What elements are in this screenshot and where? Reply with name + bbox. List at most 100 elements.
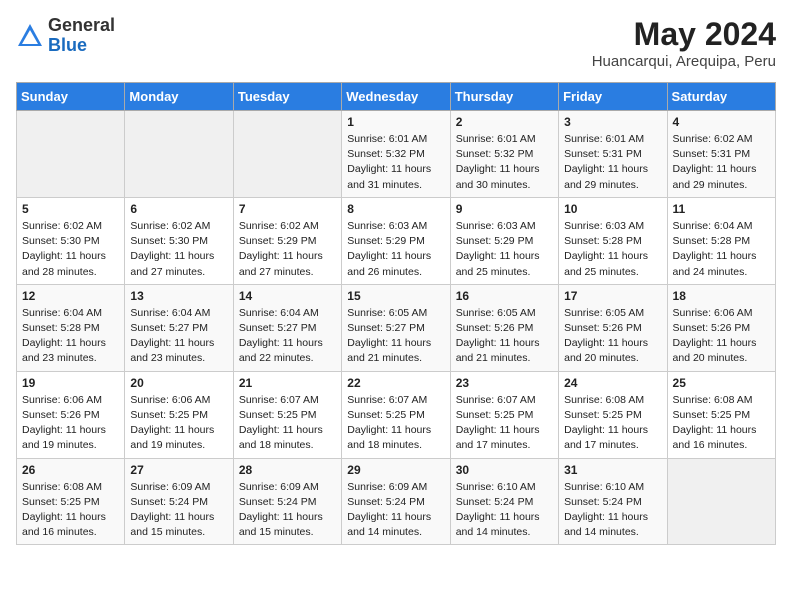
- day-number: 3: [564, 115, 661, 129]
- calendar-cell: 13 Sunrise: 6:04 AM Sunset: 5:27 PM Dayli…: [125, 284, 233, 371]
- page-header: General Blue May 2024 Huancarqui, Arequi…: [16, 16, 776, 70]
- day-number: 29: [347, 463, 444, 477]
- calendar-cell: 31 Sunrise: 6:10 AM Sunset: 5:24 PM Dayli…: [559, 458, 667, 545]
- header-row: SundayMondayTuesdayWednesdayThursdayFrid…: [17, 83, 776, 111]
- location-label: Huancarqui, Arequipa, Peru: [592, 53, 776, 70]
- calendar-cell: 18 Sunrise: 6:06 AM Sunset: 5:26 PM Dayli…: [667, 284, 775, 371]
- day-number: 4: [673, 115, 770, 129]
- day-info: Sunrise: 6:07 AM Sunset: 5:25 PM Dayligh…: [347, 393, 444, 454]
- calendar-cell: 19Sunrise: 6:06 AM Sunset: 5:26 PM Dayli…: [17, 371, 125, 458]
- day-number: 27: [130, 463, 227, 477]
- day-info: Sunrise: 6:01 AM Sunset: 5:32 PM Dayligh…: [456, 132, 553, 193]
- calendar-cell: 15Sunrise: 6:05 AM Sunset: 5:27 PM Dayli…: [342, 284, 450, 371]
- day-info: Sunrise: 6:10 AM Sunset: 5:24 PM Dayligh…: [564, 480, 661, 541]
- calendar-cell: 5 Sunrise: 6:02 AM Sunset: 5:30 PM Daylig…: [17, 197, 125, 284]
- day-number: 10: [564, 202, 661, 216]
- calendar-cell: [667, 458, 775, 545]
- logo-text: General Blue: [48, 16, 115, 56]
- day-info: Sunrise: 6:08 AM Sunset: 5:25 PM Dayligh…: [673, 393, 770, 454]
- header-day: Sunday: [17, 83, 125, 111]
- calendar-cell: 21Sunrise: 6:07 AM Sunset: 5:25 PM Dayli…: [233, 371, 341, 458]
- day-number: 30: [456, 463, 553, 477]
- calendar-cell: 20Sunrise: 6:06 AM Sunset: 5:25 PM Dayli…: [125, 371, 233, 458]
- day-number: 18: [673, 289, 770, 303]
- day-info: Sunrise: 6:04 AM Sunset: 5:27 PM Dayligh…: [239, 306, 336, 367]
- day-number: 11: [673, 202, 770, 216]
- day-number: 31: [564, 463, 661, 477]
- day-number: 14: [239, 289, 336, 303]
- calendar-week-row: 1 Sunrise: 6:01 AM Sunset: 5:32 PM Daylig…: [17, 111, 776, 198]
- calendar-cell: 11 Sunrise: 6:04 AM Sunset: 5:28 PM Dayli…: [667, 197, 775, 284]
- calendar-header: SundayMondayTuesdayWednesdayThursdayFrid…: [17, 83, 776, 111]
- day-info: Sunrise: 6:08 AM Sunset: 5:25 PM Dayligh…: [22, 480, 119, 541]
- day-number: 5: [22, 202, 119, 216]
- header-day: Friday: [559, 83, 667, 111]
- calendar-cell: [17, 111, 125, 198]
- day-info: Sunrise: 6:08 AM Sunset: 5:25 PM Dayligh…: [564, 393, 661, 454]
- day-info: Sunrise: 6:10 AM Sunset: 5:24 PM Dayligh…: [456, 480, 553, 541]
- day-info: Sunrise: 6:09 AM Sunset: 5:24 PM Dayligh…: [130, 480, 227, 541]
- calendar-cell: 16Sunrise: 6:05 AM Sunset: 5:26 PM Dayli…: [450, 284, 558, 371]
- calendar-cell: 28 Sunrise: 6:09 AM Sunset: 5:24 PM Dayli…: [233, 458, 341, 545]
- day-info: Sunrise: 6:05 AM Sunset: 5:26 PM Dayligh…: [456, 306, 553, 367]
- day-info: Sunrise: 6:06 AM Sunset: 5:26 PM Dayligh…: [22, 393, 119, 454]
- calendar-cell: 24 Sunrise: 6:08 AM Sunset: 5:25 PM Dayli…: [559, 371, 667, 458]
- day-info: Sunrise: 6:02 AM Sunset: 5:30 PM Dayligh…: [22, 219, 119, 280]
- title-block: May 2024 Huancarqui, Arequipa, Peru: [592, 16, 776, 70]
- calendar-cell: 26 Sunrise: 6:08 AM Sunset: 5:25 PM Dayli…: [17, 458, 125, 545]
- day-info: Sunrise: 6:02 AM Sunset: 5:29 PM Dayligh…: [239, 219, 336, 280]
- logo-general: General: [48, 16, 115, 36]
- day-info: Sunrise: 6:03 AM Sunset: 5:29 PM Dayligh…: [456, 219, 553, 280]
- day-number: 20: [130, 376, 227, 390]
- day-number: 25: [673, 376, 770, 390]
- calendar-cell: 9 Sunrise: 6:03 AM Sunset: 5:29 PM Daylig…: [450, 197, 558, 284]
- day-number: 12: [22, 289, 119, 303]
- calendar-cell: 10 Sunrise: 6:03 AM Sunset: 5:28 PM Dayli…: [559, 197, 667, 284]
- day-number: 17: [564, 289, 661, 303]
- calendar-cell: 22 Sunrise: 6:07 AM Sunset: 5:25 PM Dayli…: [342, 371, 450, 458]
- day-number: 26: [22, 463, 119, 477]
- calendar-cell: 4 Sunrise: 6:02 AM Sunset: 5:31 PM Daylig…: [667, 111, 775, 198]
- day-number: 9: [456, 202, 553, 216]
- day-number: 24: [564, 376, 661, 390]
- day-info: Sunrise: 6:03 AM Sunset: 5:28 PM Dayligh…: [564, 219, 661, 280]
- calendar-cell: [233, 111, 341, 198]
- calendar-cell: 12 Sunrise: 6:04 AM Sunset: 5:28 PM Dayli…: [17, 284, 125, 371]
- calendar-week-row: 5 Sunrise: 6:02 AM Sunset: 5:30 PM Daylig…: [17, 197, 776, 284]
- day-number: 6: [130, 202, 227, 216]
- calendar-cell: 14 Sunrise: 6:04 AM Sunset: 5:27 PM Dayli…: [233, 284, 341, 371]
- day-info: Sunrise: 6:09 AM Sunset: 5:24 PM Dayligh…: [347, 480, 444, 541]
- calendar-week-row: 19Sunrise: 6:06 AM Sunset: 5:26 PM Dayli…: [17, 371, 776, 458]
- day-number: 1: [347, 115, 444, 129]
- day-info: Sunrise: 6:07 AM Sunset: 5:25 PM Dayligh…: [239, 393, 336, 454]
- calendar-cell: 7Sunrise: 6:02 AM Sunset: 5:29 PM Daylig…: [233, 197, 341, 284]
- day-info: Sunrise: 6:03 AM Sunset: 5:29 PM Dayligh…: [347, 219, 444, 280]
- day-info: Sunrise: 6:01 AM Sunset: 5:31 PM Dayligh…: [564, 132, 661, 193]
- day-info: Sunrise: 6:01 AM Sunset: 5:32 PM Dayligh…: [347, 132, 444, 193]
- day-number: 28: [239, 463, 336, 477]
- calendar-cell: 17 Sunrise: 6:05 AM Sunset: 5:26 PM Dayli…: [559, 284, 667, 371]
- day-number: 13: [130, 289, 227, 303]
- calendar-cell: 3 Sunrise: 6:01 AM Sunset: 5:31 PM Daylig…: [559, 111, 667, 198]
- header-day: Monday: [125, 83, 233, 111]
- day-info: Sunrise: 6:02 AM Sunset: 5:31 PM Dayligh…: [673, 132, 770, 193]
- calendar-cell: [125, 111, 233, 198]
- day-info: Sunrise: 6:02 AM Sunset: 5:30 PM Dayligh…: [130, 219, 227, 280]
- calendar-cell: 6 Sunrise: 6:02 AM Sunset: 5:30 PM Daylig…: [125, 197, 233, 284]
- month-year-title: May 2024: [592, 16, 776, 53]
- day-info: Sunrise: 6:06 AM Sunset: 5:26 PM Dayligh…: [673, 306, 770, 367]
- day-info: Sunrise: 6:05 AM Sunset: 5:27 PM Dayligh…: [347, 306, 444, 367]
- calendar-body: 1 Sunrise: 6:01 AM Sunset: 5:32 PM Daylig…: [17, 111, 776, 545]
- day-info: Sunrise: 6:05 AM Sunset: 5:26 PM Dayligh…: [564, 306, 661, 367]
- calendar-week-row: 26 Sunrise: 6:08 AM Sunset: 5:25 PM Dayli…: [17, 458, 776, 545]
- day-number: 2: [456, 115, 553, 129]
- calendar-cell: 30 Sunrise: 6:10 AM Sunset: 5:24 PM Dayli…: [450, 458, 558, 545]
- day-info: Sunrise: 6:04 AM Sunset: 5:27 PM Dayligh…: [130, 306, 227, 367]
- day-info: Sunrise: 6:04 AM Sunset: 5:28 PM Dayligh…: [673, 219, 770, 280]
- day-number: 23: [456, 376, 553, 390]
- logo: General Blue: [16, 16, 115, 56]
- day-info: Sunrise: 6:09 AM Sunset: 5:24 PM Dayligh…: [239, 480, 336, 541]
- day-info: Sunrise: 6:07 AM Sunset: 5:25 PM Dayligh…: [456, 393, 553, 454]
- day-info: Sunrise: 6:04 AM Sunset: 5:28 PM Dayligh…: [22, 306, 119, 367]
- day-number: 22: [347, 376, 444, 390]
